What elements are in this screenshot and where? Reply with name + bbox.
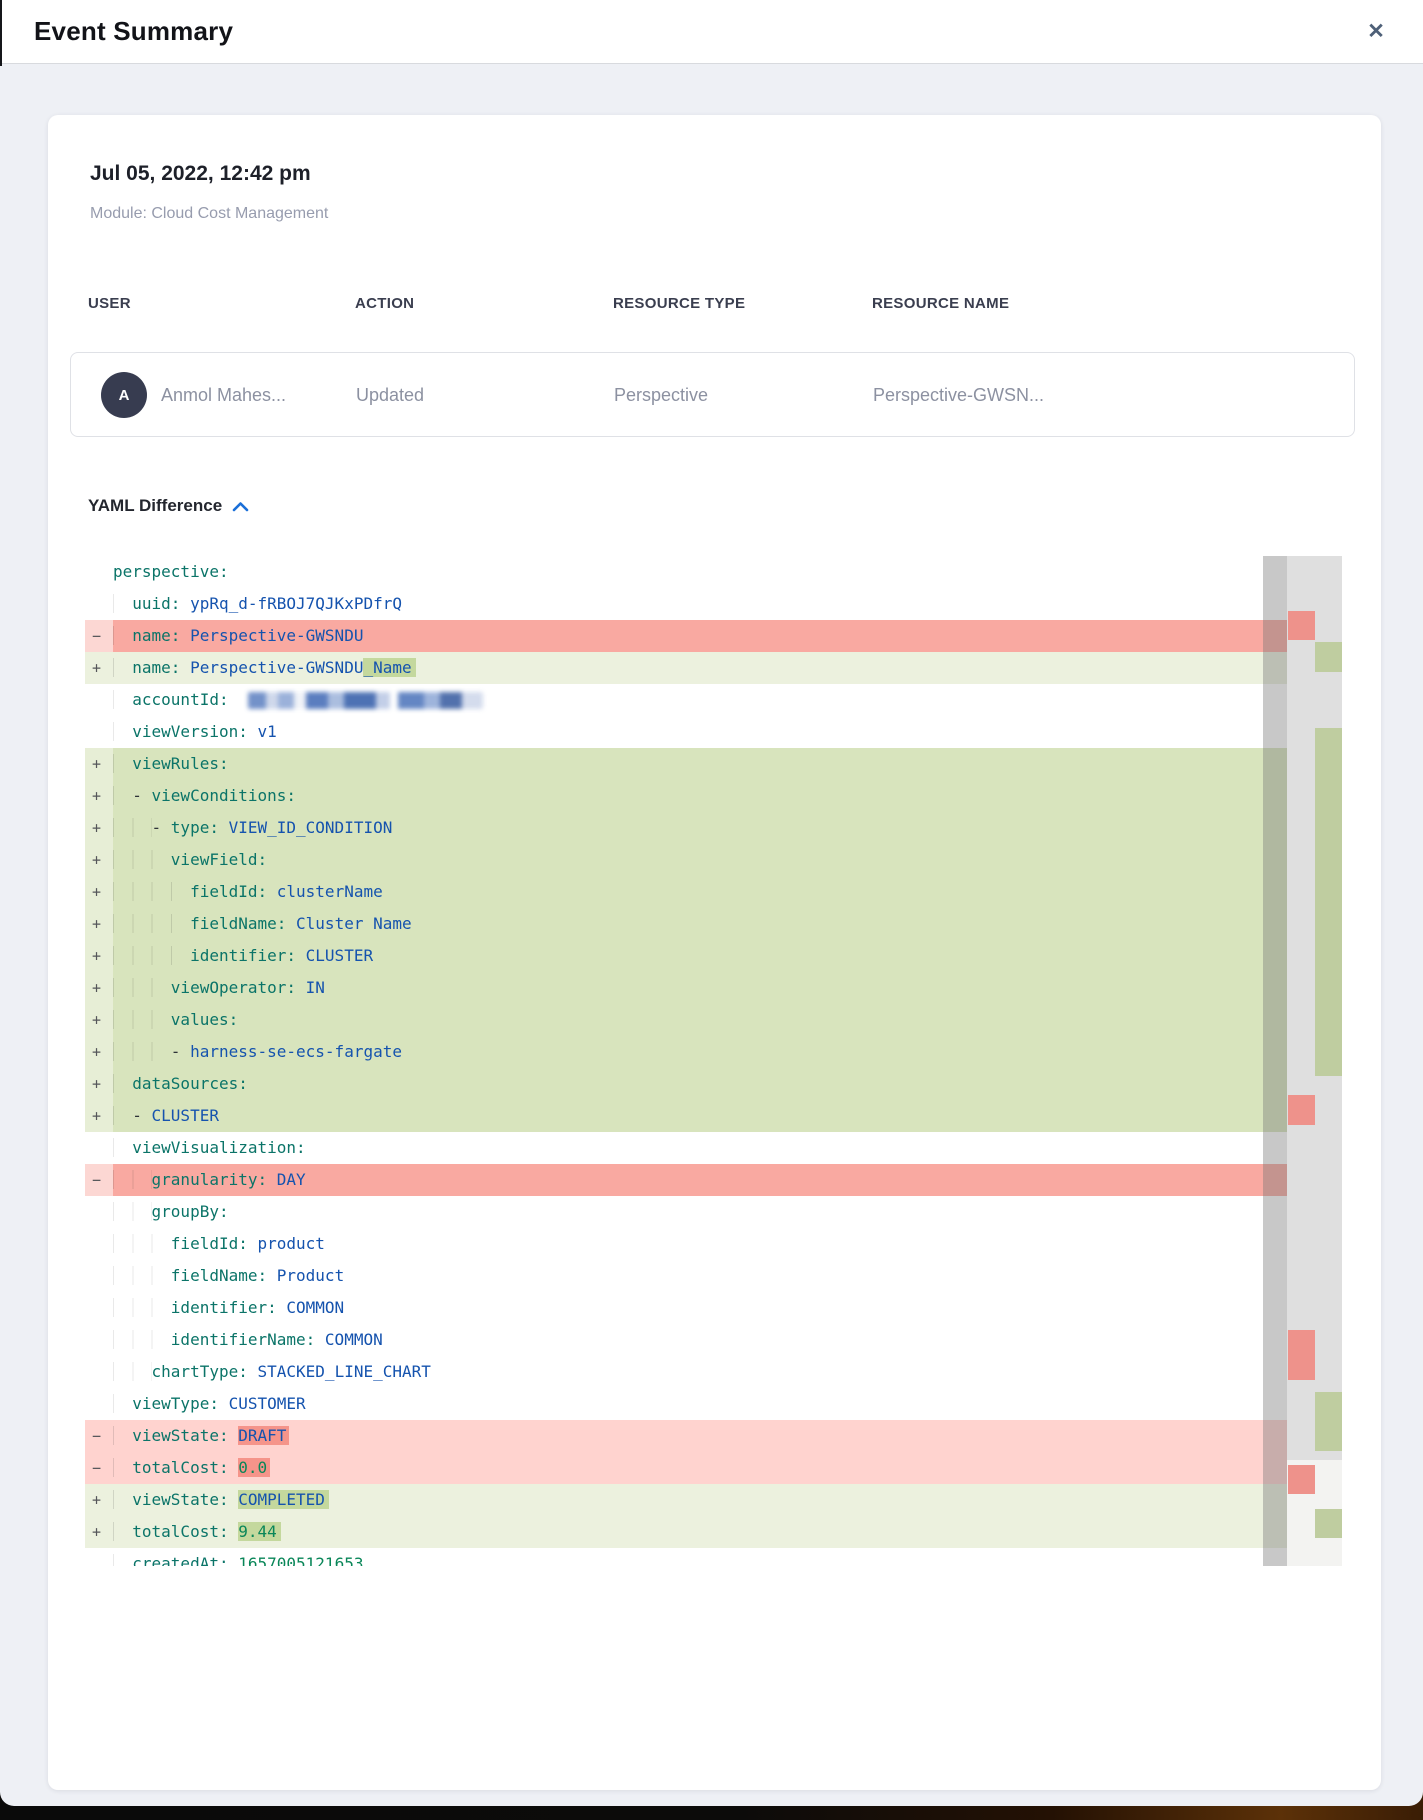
window-edge — [0, 0, 2, 66]
overview-addition-mark — [1315, 728, 1342, 1076]
overview-addition-mark — [1315, 642, 1342, 672]
diff-line: + - viewConditions: — [85, 780, 1342, 812]
close-icon[interactable]: ✕ — [1359, 15, 1393, 49]
overview-deletion-mark — [1288, 1330, 1315, 1380]
yaml-difference-toggle[interactable]: YAML Difference — [88, 496, 249, 516]
row-user: Anmol Mahes... — [161, 353, 286, 438]
diff-gutter-sign: + — [85, 1068, 113, 1100]
diff-gutter-sign: + — [85, 652, 113, 684]
diff-line: + viewRules: — [85, 748, 1342, 780]
diff-gutter-sign: + — [85, 844, 113, 876]
column-header-resource-type: RESOURCE TYPE — [613, 295, 745, 312]
diff-gutter-sign — [85, 588, 113, 620]
diff-line: + totalCost: 9.44 — [85, 1516, 1342, 1548]
yaml-difference-label: YAML Difference — [88, 496, 222, 516]
row-resource-name: Perspective-GWSN... — [873, 353, 1044, 438]
diff-line: fieldName: Product — [85, 1260, 1342, 1292]
page-title: Event Summary — [34, 16, 233, 47]
diff-line: + - CLUSTER — [85, 1100, 1342, 1132]
diff-gutter-sign: + — [85, 908, 113, 940]
diff-gutter-sign — [85, 1228, 113, 1260]
diff-line: viewType: CUSTOMER — [85, 1388, 1342, 1420]
diff-overview-ruler[interactable] — [1287, 556, 1342, 1566]
event-module-label: Module: Cloud Cost Management — [90, 205, 328, 223]
diff-line: + viewOperator: IN — [85, 972, 1342, 1004]
diff-gutter-sign: − — [85, 1420, 113, 1452]
diff-gutter-sign: + — [85, 1100, 113, 1132]
diff-gutter-sign: + — [85, 1484, 113, 1516]
diff-gutter-sign: + — [85, 1516, 113, 1548]
column-header-user: USER — [88, 295, 131, 312]
diff-scrollbar[interactable] — [1263, 556, 1287, 1566]
overview-deletion-mark — [1288, 1465, 1315, 1494]
diff-line: viewVersion: v1 — [85, 716, 1342, 748]
diff-line: − granularity: DAY — [85, 1164, 1342, 1196]
diff-gutter-sign: − — [85, 1452, 113, 1484]
diff-line: + - type: VIEW_ID_CONDITION — [85, 812, 1342, 844]
column-header-action: ACTION — [355, 295, 414, 312]
diff-line: viewVisualization: — [85, 1132, 1342, 1164]
diff-gutter-sign — [85, 1356, 113, 1388]
diff-gutter-sign — [85, 1292, 113, 1324]
diff-line: identifierName: COMMON — [85, 1324, 1342, 1356]
diff-line: accountId: — [85, 684, 1342, 716]
overview-deletion-mark — [1288, 1095, 1315, 1125]
overview-addition-mark — [1315, 1509, 1342, 1538]
diff-gutter-sign: + — [85, 940, 113, 972]
diff-gutter-sign — [85, 1260, 113, 1292]
diff-line: + viewState: COMPLETED — [85, 1484, 1342, 1516]
diff-gutter-sign — [85, 1132, 113, 1164]
diff-line: fieldId: product — [85, 1228, 1342, 1260]
diff-gutter-sign — [85, 684, 113, 716]
diff-gutter-sign — [85, 1196, 113, 1228]
diff-gutter-sign: + — [85, 780, 113, 812]
diff-line: + dataSources: — [85, 1068, 1342, 1100]
row-action: Updated — [356, 353, 424, 438]
yaml-diff-editor: perspective: uuid: ypRq_d-fRBOJ7QJKxPDfr… — [85, 556, 1342, 1566]
diff-gutter-sign — [85, 1548, 113, 1566]
overview-deletion-mark — [1288, 611, 1315, 640]
diff-line: + - harness-se-ecs-fargate — [85, 1036, 1342, 1068]
audit-event-row[interactable]: A Anmol Mahes... Updated Perspective Per… — [70, 352, 1355, 437]
user-avatar: A — [101, 372, 147, 418]
diff-gutter-sign: + — [85, 1036, 113, 1068]
diff-gutter-sign: + — [85, 748, 113, 780]
diff-line: createdAt: 1657005121653 — [85, 1548, 1342, 1566]
event-card: Jul 05, 2022, 12:42 pm Module: Cloud Cos… — [48, 115, 1381, 1790]
event-timestamp: Jul 05, 2022, 12:42 pm — [90, 162, 311, 186]
diff-line: identifier: COMMON — [85, 1292, 1342, 1324]
modal-titlebar: Event Summary ✕ — [0, 0, 1423, 64]
event-summary-modal: Event Summary ✕ Jul 05, 2022, 12:42 pm M… — [0, 0, 1423, 1806]
diff-line: + name: Perspective-GWSNDU_Name — [85, 652, 1342, 684]
diff-line: chartType: STACKED_LINE_CHART — [85, 1356, 1342, 1388]
diff-line: + fieldId: clusterName — [85, 876, 1342, 908]
overview-addition-mark — [1315, 1392, 1342, 1451]
diff-gutter-sign: + — [85, 812, 113, 844]
diff-gutter-sign — [85, 1324, 113, 1356]
diff-line: + identifier: CLUSTER — [85, 940, 1342, 972]
diff-gutter-sign: + — [85, 972, 113, 1004]
row-resource-type: Perspective — [614, 353, 708, 438]
column-header-resource-name: RESOURCE NAME — [872, 295, 1009, 312]
diff-gutter-sign: − — [85, 620, 113, 652]
diff-gutter-sign — [85, 716, 113, 748]
diff-line: − name: Perspective-GWSNDU — [85, 620, 1342, 652]
diff-line: uuid: ypRq_d-fRBOJ7QJKxPDfrQ — [85, 588, 1342, 620]
diff-line: − totalCost: 0.0 — [85, 1452, 1342, 1484]
diff-gutter-sign: − — [85, 1164, 113, 1196]
diff-line: perspective: — [85, 556, 1342, 588]
redacted-value — [248, 692, 483, 709]
diff-gutter-sign: + — [85, 1004, 113, 1036]
diff-line: + values: — [85, 1004, 1342, 1036]
diff-line: + fieldName: Cluster Name — [85, 908, 1342, 940]
diff-gutter-sign: + — [85, 876, 113, 908]
diff-gutter-sign — [85, 1388, 113, 1420]
diff-gutter-sign — [85, 556, 113, 588]
yaml-diff-code: perspective: uuid: ypRq_d-fRBOJ7QJKxPDfr… — [85, 556, 1342, 1566]
diff-line: + viewField: — [85, 844, 1342, 876]
chevron-up-icon — [232, 501, 249, 512]
diff-line: groupBy: — [85, 1196, 1342, 1228]
diff-line: − viewState: DRAFT — [85, 1420, 1342, 1452]
